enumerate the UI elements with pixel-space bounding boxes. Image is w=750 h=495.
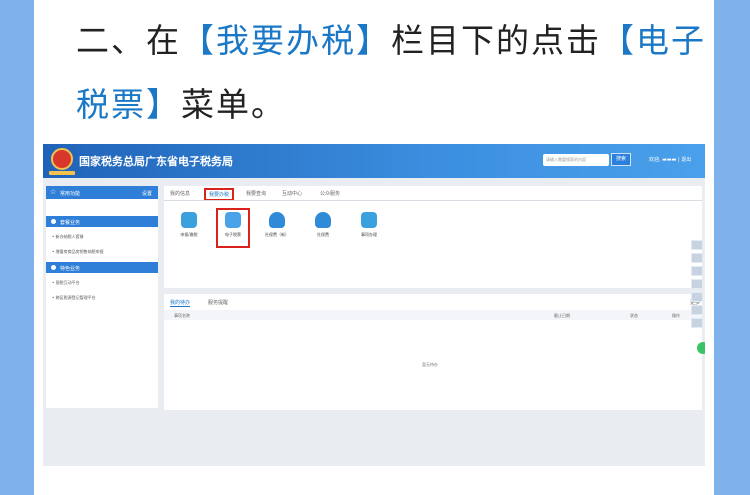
money-bag-icon: [315, 212, 331, 228]
instruction-highlight: 【我要办税】: [181, 21, 391, 60]
tile-label: 电子税票: [225, 232, 241, 237]
instruction-highlight: 税票】: [76, 85, 181, 124]
float-tool-button[interactable]: [691, 253, 703, 263]
column-header: 截止日期: [554, 313, 570, 318]
tile-label: 社保费（新）: [265, 232, 289, 237]
tab-my-info[interactable]: 我的信息: [170, 190, 190, 197]
tile-social-security[interactable]: 社保费: [308, 212, 338, 238]
service-panel: 我的信息 我要办税 我要查询 互动中心 公众服务 申报/缴税 电子税票 社保费（…: [164, 186, 702, 288]
tile-matters[interactable]: 事项办理: [354, 212, 384, 238]
float-tool-button[interactable]: [691, 266, 703, 276]
tile-social-security-new[interactable]: 社保费（新）: [262, 212, 292, 238]
money-bag-icon: [269, 212, 285, 228]
tile-declare-pay[interactable]: 申报/缴税: [174, 212, 204, 238]
sidebar-item[interactable]: • 银税互动平台: [52, 280, 80, 286]
edit-pencil-icon: [361, 212, 377, 228]
tab-my-todo[interactable]: 我的待办: [170, 299, 191, 307]
instruction-line-2: 税票】菜单。: [76, 78, 286, 126]
grid-icon: [51, 265, 56, 270]
tab-interaction[interactable]: 互动中心: [282, 190, 302, 197]
float-tool-button[interactable]: [691, 240, 703, 250]
sidebar-item-label: 增量房商品房销售纳税申报: [55, 249, 104, 254]
sidebar-item[interactable]: • 增量房商品房销售纳税申报: [52, 249, 104, 255]
float-tool-button[interactable]: [691, 292, 703, 302]
sidebar-header: ☆ 常用功能 设置: [46, 186, 158, 199]
portal-header: 国家税务总局广东省电子税务局 请输入需要搜索的内容 搜索 欢迎, ▬▬▬ | 退…: [43, 144, 705, 178]
sidebar-item-label: 银税互动平台: [55, 280, 80, 285]
sidebar: ☆ 常用功能 设置 套餐业务 • 新办纳税人套餐 • 增量房商品房销售纳税申报 …: [46, 186, 158, 408]
site-title: 国家税务总局广东省电子税务局: [79, 155, 233, 168]
user-welcome[interactable]: 欢迎, ▬▬▬ | 退出: [649, 156, 691, 163]
column-header: 操作: [672, 313, 680, 318]
sidebar-section-label: 套餐业务: [60, 220, 81, 226]
table-header: 事项名称 截止日期 状态 操作: [164, 310, 702, 320]
portal-screenshot: 国家税务总局广东省电子税务局 请输入需要搜索的内容 搜索 欢迎, ▬▬▬ | 退…: [43, 144, 705, 466]
instruction-highlight: 【电子: [601, 21, 706, 60]
emblem-banner: [49, 171, 75, 175]
circle-icon: [51, 219, 56, 224]
star-icon: ☆: [50, 188, 57, 196]
receipt-icon: [225, 212, 241, 228]
sidebar-title: 常用功能: [60, 191, 81, 197]
instruction-text: 菜单。: [181, 85, 286, 124]
coin-icon: [181, 212, 197, 228]
instruction-text: 二、在: [76, 21, 181, 60]
online-chat-icon[interactable]: [697, 342, 705, 354]
column-header: 事项名称: [174, 313, 190, 318]
sidebar-item-label: 跨区税源登记管理平台: [55, 295, 96, 300]
float-tool-button[interactable]: [691, 305, 703, 315]
sidebar-item[interactable]: • 跨区税源登记管理平台: [52, 295, 96, 301]
tab-service-reminder[interactable]: 服务提醒: [208, 299, 228, 306]
float-tool-button[interactable]: [691, 279, 703, 289]
instruction-text: 栏目下的点击: [391, 21, 601, 60]
sidebar-item-label: 新办纳税人套餐: [55, 234, 84, 239]
back-to-top-button[interactable]: [691, 318, 703, 328]
tax-emblem-icon: [51, 148, 73, 170]
empty-state-text: 暂无待办: [422, 362, 438, 367]
sidebar-item[interactable]: • 新办纳税人套餐: [52, 234, 84, 240]
tile-label: 事项办理: [361, 232, 377, 237]
sidebar-section-label: 特色业务: [60, 266, 81, 272]
sidebar-section-featured[interactable]: 特色业务: [46, 262, 158, 273]
tab-divider: [164, 200, 702, 201]
sidebar-settings-link[interactable]: 设置: [142, 190, 152, 197]
column-header: 状态: [630, 313, 638, 318]
search-input[interactable]: 请输入需要搜索的内容: [543, 154, 609, 166]
search-button[interactable]: 搜索: [611, 153, 631, 166]
tile-label: 社保费: [317, 232, 329, 237]
tab-query[interactable]: 我要查询: [246, 190, 266, 197]
sidebar-section-package[interactable]: 套餐业务: [46, 216, 158, 227]
tile-e-tax-receipt[interactable]: 电子税票: [216, 208, 250, 248]
tile-label: 申报/缴税: [180, 232, 198, 237]
instruction-line-1: 二、在【我要办税】栏目下的点击【电子: [76, 14, 706, 62]
tab-public-service[interactable]: 公众服务: [320, 190, 340, 197]
todo-panel: 我的待办 服务提醒 更多 事项名称 截止日期 状态 操作 暂无待办: [164, 294, 702, 410]
